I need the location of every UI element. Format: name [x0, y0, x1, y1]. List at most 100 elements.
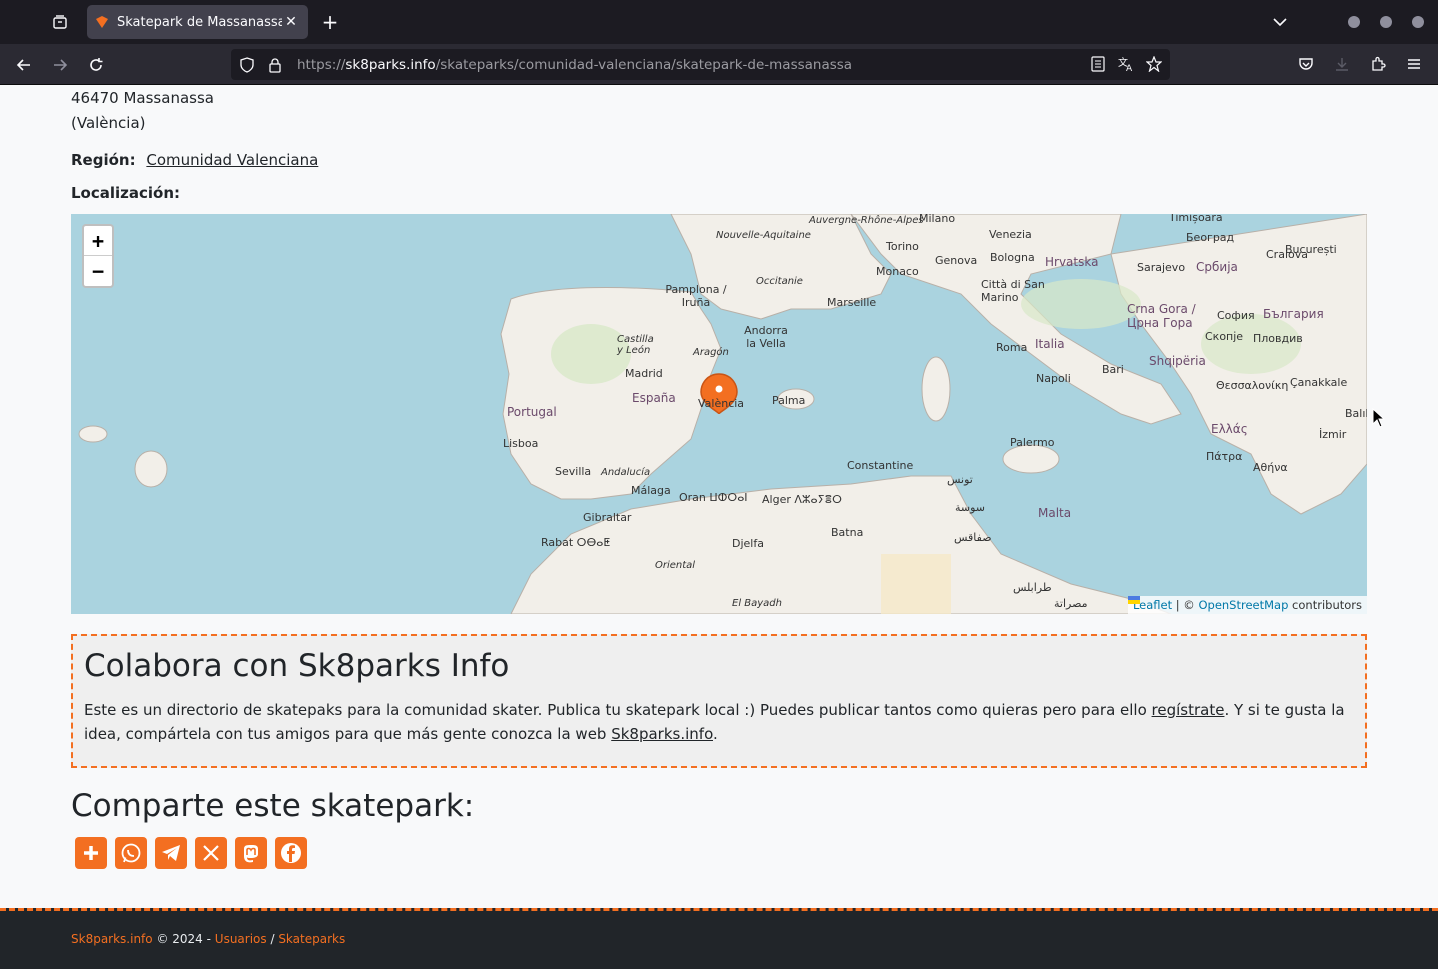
forward-icon[interactable] [45, 50, 75, 80]
map-label-pamplona: Pamplona / Iruña [665, 283, 727, 309]
zoom-in-button[interactable]: + [84, 226, 112, 256]
new-tab-button[interactable]: + [316, 8, 344, 36]
menu-icon[interactable] [1400, 50, 1428, 78]
map-label-oriental: Oriental [655, 560, 696, 571]
map-label-occitanie: Occitanie [756, 276, 803, 287]
mouse-cursor-icon [1372, 408, 1386, 428]
map-attribution: Leaflet | © OpenStreetMap contributors [1127, 596, 1367, 614]
site-link[interactable]: Sk8parks.info [611, 725, 713, 743]
extensions-icon[interactable] [1364, 50, 1392, 78]
mastodon-icon[interactable] [235, 837, 267, 869]
telegram-icon[interactable] [155, 837, 187, 869]
map-label-aragon: Aragón [693, 347, 729, 358]
map-label-crna-gora: Crna Gora / Црна Гора [1127, 302, 1196, 330]
translate-icon[interactable]: 文A [1116, 53, 1136, 75]
ukraine-flag-icon [1127, 596, 1140, 604]
map-label-lisboa: Lisboa [503, 437, 539, 450]
footer-users-link[interactable]: Usuarios [215, 932, 267, 946]
list-all-tabs-icon[interactable] [1268, 10, 1292, 34]
facebook-icon[interactable] [275, 837, 307, 869]
map-label-andalucia: Andalucía [601, 467, 651, 478]
location-map[interactable]: Nouvelle-Aquitaine Auvergne-Rhône-Alpes … [71, 214, 1367, 614]
map-label-bologna: Bologna [990, 251, 1035, 264]
map-label-patra: Πάτρα [1206, 450, 1243, 463]
window-minimize-button[interactable] [1348, 16, 1360, 28]
map-label-sfax: صفاقس [954, 531, 992, 544]
zoom-out-button[interactable]: − [84, 256, 112, 286]
map-label-bulgaria: България [1263, 307, 1324, 321]
tab-list-icon[interactable] [44, 6, 76, 38]
map-label-elbayadh: El Bayadh [732, 598, 782, 609]
map-label-srbija: Србија [1196, 260, 1238, 274]
map-label-madrid: Madrid [625, 367, 663, 380]
svg-text:A: A [1126, 64, 1133, 72]
sk8parks-favicon-icon [96, 16, 108, 28]
map-label-oran: Oran ⵡⵀⵔⴰⵏ [679, 491, 748, 504]
footer-skateparks-link[interactable]: Skateparks [278, 932, 345, 946]
lock-icon[interactable] [267, 57, 283, 73]
back-icon[interactable] [9, 50, 39, 80]
page-content: 46470 Massanassa (València) Región: Comu… [71, 85, 1367, 202]
footer: Sk8parks.info © 2024 - Usuarios / Skatep… [0, 908, 1438, 969]
map-label-djelfa: Djelfa [732, 537, 764, 550]
map-label-italia: Italia [1035, 337, 1065, 351]
map-label-venezia: Venezia [989, 228, 1032, 241]
browser-tab-bar: Skatepark de Massanassa | Sk8parks Info … [0, 0, 1438, 44]
attribution-tail: contributors [1288, 598, 1362, 612]
whatsapp-icon[interactable] [115, 837, 147, 869]
map-label-sanmarino: Città di San Marino [981, 278, 1045, 304]
map-label-alger: Alger ⴷⵣⴰⵢⴻⵔ [762, 493, 842, 506]
map-label-tunis: تونس [947, 473, 973, 486]
map-label-rabat: Rabat ⵔⴱⴰⵟ [541, 536, 611, 549]
tracking-protection-shield-icon[interactable] [239, 56, 255, 73]
map-label-andorra: Andorra la Vella [744, 324, 788, 350]
map-label-misrata: مصراتة [1054, 597, 1088, 610]
window-close-button[interactable] [1412, 16, 1424, 28]
map-label-timisoara: Timișoara [1169, 214, 1223, 224]
map-label-milano: Milano [919, 214, 956, 225]
map-label-malta: Malta [1038, 506, 1072, 520]
share-buttons [75, 837, 307, 869]
map-label-balikesir: Balık [1345, 407, 1367, 420]
location-label: Localización: [71, 184, 181, 202]
share-plus-icon[interactable] [75, 837, 107, 869]
map-label-shqiperia: Shqipëria [1149, 354, 1206, 368]
map-label-marseille: Marseille [827, 296, 877, 309]
window-maximize-button[interactable] [1380, 16, 1392, 28]
register-link[interactable]: regístrate [1152, 701, 1225, 719]
osm-link[interactable]: OpenStreetMap [1198, 598, 1288, 612]
bookmark-star-icon[interactable] [1144, 53, 1164, 75]
footer-sep: / [266, 932, 279, 946]
map-label-sofia: София [1217, 309, 1255, 322]
map-label-palermo: Palermo [1010, 436, 1055, 449]
reader-view-icon[interactable] [1088, 53, 1108, 75]
tab-close-icon[interactable]: ✕ [282, 14, 300, 30]
map-label-monaco: Monaco [876, 265, 919, 278]
x-icon[interactable] [195, 837, 227, 869]
map-label-malaga: Málaga [631, 484, 671, 497]
map-label-napoli: Napoli [1036, 372, 1071, 385]
colabora-text: Este es un directorio de skatepaks para … [84, 698, 1354, 746]
map-label-plovdiv: Пловдив [1253, 332, 1303, 345]
zoom-control: + − [82, 224, 114, 288]
map-label-valencia: València [698, 397, 745, 410]
map-label-batna: Batna [831, 526, 864, 539]
downloads-icon[interactable] [1328, 50, 1356, 78]
url-text[interactable]: https://sk8parks.info/skateparks/comunid… [297, 57, 852, 73]
map-label-canakkale: Çanakkale [1290, 376, 1348, 389]
url-bar[interactable]: https://sk8parks.info/skateparks/comunid… [231, 49, 1170, 80]
map-label-portugal: Portugal [507, 405, 557, 419]
address-line-1: 46470 Massanassa [71, 89, 214, 107]
region-link[interactable]: Comunidad Valenciana [146, 151, 318, 169]
reload-icon[interactable] [81, 50, 111, 80]
colabora-title: Colabora con Sk8parks Info [84, 648, 510, 684]
map-label-tripoli: طرابلس [1013, 581, 1052, 594]
colabora-text-before: Este es un directorio de skatepaks para … [84, 701, 1152, 719]
map-label-roma: Roma [996, 341, 1028, 354]
pocket-icon[interactable] [1292, 50, 1320, 78]
active-tab[interactable]: Skatepark de Massanassa | Sk8parks Info … [87, 5, 308, 39]
map-label-hrvatska: Hrvatska [1045, 255, 1099, 269]
footer-site-link[interactable]: Sk8parks.info [71, 932, 153, 946]
colabora-box: Colabora con Sk8parks Info Este es un di… [71, 634, 1367, 768]
share-title: Comparte este skatepark: [71, 788, 475, 824]
